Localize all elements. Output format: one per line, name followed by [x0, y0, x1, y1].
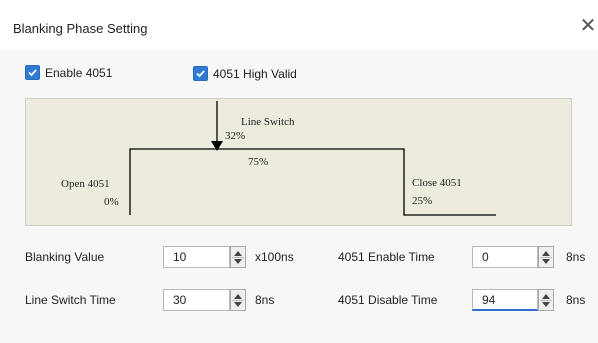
- enable-time-4051-spin-buttons[interactable]: [538, 246, 554, 268]
- enable-time-4051-input[interactable]: [472, 246, 538, 268]
- blanking-value-label: Blanking Value: [25, 250, 105, 264]
- checkbox-checked-icon[interactable]: [25, 65, 40, 80]
- close-4051-label: Close 4051: [412, 177, 462, 189]
- line-switch-label: Line Switch: [241, 116, 295, 128]
- blanking-value-unit: x100ns: [255, 250, 294, 264]
- spin-up-icon[interactable]: [542, 294, 550, 299]
- checkbox-checked-icon[interactable]: [193, 66, 208, 81]
- blanking-value-spinbox[interactable]: [163, 246, 246, 268]
- high-level-value: 75%: [248, 156, 269, 168]
- spin-down-icon[interactable]: [234, 259, 242, 264]
- blanking-phase-dialog: Blanking Phase Setting ✕ Enable 4051 405…: [0, 0, 598, 343]
- blanking-value-input[interactable]: [163, 246, 230, 268]
- spin-up-icon[interactable]: [234, 294, 242, 299]
- high-valid-4051-label: 4051 High Valid: [213, 66, 297, 81]
- high-valid-4051-checkbox[interactable]: 4051 High Valid: [193, 66, 297, 81]
- dialog-title: Blanking Phase Setting: [13, 21, 148, 36]
- line-switch-time-spin-buttons[interactable]: [230, 289, 246, 311]
- open-4051-label: Open 4051: [61, 178, 110, 190]
- enable-time-4051-label: 4051 Enable Time: [338, 250, 435, 264]
- spin-down-icon[interactable]: [234, 302, 242, 307]
- enable-4051-label: Enable 4051: [45, 65, 113, 80]
- enable-4051-checkbox[interactable]: Enable 4051: [25, 65, 112, 80]
- line-switch-time-input[interactable]: [163, 289, 230, 311]
- enable-time-4051-spinbox[interactable]: [472, 246, 554, 268]
- spin-up-icon[interactable]: [542, 251, 550, 256]
- title-bar: Blanking Phase Setting ✕: [0, 0, 598, 50]
- close-icon[interactable]: ✕: [577, 15, 598, 37]
- line-switch-time-label: Line Switch Time: [25, 293, 116, 307]
- line-switch-time-spinbox[interactable]: [163, 289, 246, 311]
- spin-down-icon[interactable]: [542, 259, 550, 264]
- line-switch-time-unit: 8ns: [255, 293, 275, 307]
- line-switch-value: 32%: [225, 130, 246, 142]
- spin-down-icon[interactable]: [542, 302, 550, 307]
- spin-up-icon[interactable]: [234, 251, 242, 256]
- disable-time-4051-input[interactable]: [472, 289, 538, 311]
- timing-diagram: Line Switch 32% 75% Open 4051 0% Close 4…: [25, 98, 572, 226]
- open-4051-value: 0%: [104, 196, 119, 208]
- enable-time-4051-unit: 8ns: [566, 250, 586, 264]
- disable-time-4051-label: 4051 Disable Time: [338, 293, 438, 307]
- disable-time-4051-unit: 8ns: [566, 293, 586, 307]
- blanking-value-spin-buttons[interactable]: [230, 246, 246, 268]
- disable-time-4051-spinbox[interactable]: [472, 289, 554, 311]
- disable-time-4051-spin-buttons[interactable]: [538, 289, 554, 311]
- close-4051-value: 25%: [412, 195, 433, 207]
